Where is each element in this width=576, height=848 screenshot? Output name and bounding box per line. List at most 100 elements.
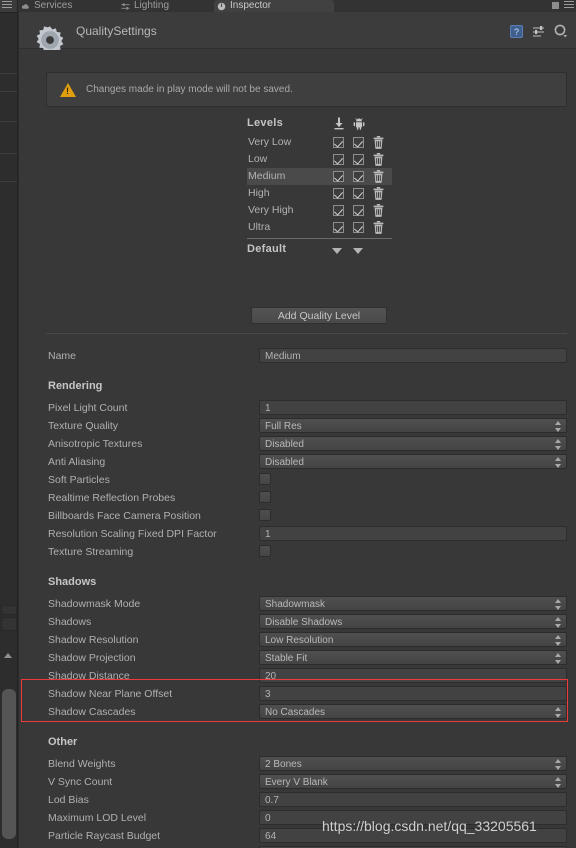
panel-menu-icon[interactable] (564, 1, 574, 10)
tab-services[interactable]: Services (18, 0, 110, 12)
android-icon[interactable] (353, 117, 365, 130)
delete-level-icon[interactable] (373, 153, 384, 166)
tab-bar-controls (552, 1, 574, 10)
default-standalone-dropdown-icon[interactable] (332, 248, 342, 254)
property-label: Soft Particles (48, 474, 110, 486)
gear-menu-icon[interactable] (554, 24, 568, 38)
stepper-icon[interactable] (555, 777, 562, 788)
property-value: No Cascades (265, 707, 326, 718)
stepper-icon[interactable] (555, 635, 562, 646)
property-input[interactable]: 1 (259, 400, 567, 415)
property-checkbox[interactable] (259, 473, 271, 485)
stepper-icon[interactable] (555, 759, 562, 770)
property-input[interactable]: 1 (259, 526, 567, 541)
property-row: Shadow Resolution Low Resolution (46, 631, 567, 648)
property-label: Shadow Resolution (48, 634, 139, 646)
property-dropdown[interactable]: Stable Fit (259, 650, 567, 665)
play-mode-warning: Changes made in play mode will not be sa… (46, 72, 567, 107)
tab-inspector[interactable]: Inspector (214, 0, 334, 12)
property-dropdown[interactable]: 2 Bones (259, 756, 567, 771)
property-dropdown[interactable]: Every V Blank (259, 774, 567, 789)
property-value: 64 (265, 831, 277, 842)
delete-level-icon[interactable] (373, 187, 384, 200)
property-checkbox[interactable] (259, 545, 271, 557)
levels-rows: Very Low Low Medium High Very High Ultra (247, 134, 392, 236)
hamburger-icon[interactable] (2, 1, 12, 9)
level-name: Very Low (248, 136, 292, 148)
level-android-checkbox[interactable] (353, 137, 364, 148)
property-label: Texture Streaming (48, 546, 134, 558)
name-input[interactable]: Medium (259, 348, 567, 363)
property-value: 3 (265, 689, 271, 700)
delete-level-icon[interactable] (373, 170, 384, 183)
stepper-icon[interactable] (555, 599, 562, 610)
stepper-icon[interactable] (555, 421, 562, 432)
property-label: Realtime Reflection Probes (48, 492, 176, 504)
level-standalone-checkbox[interactable] (333, 205, 344, 216)
property-label: Shadows (48, 616, 92, 628)
tab-bar-filler (334, 0, 576, 12)
add-quality-level-button[interactable]: Add Quality Level (251, 307, 387, 324)
level-name: Medium (248, 170, 286, 182)
property-value: Disabled (265, 439, 304, 450)
stepper-icon[interactable] (555, 457, 562, 468)
property-dropdown[interactable]: Disabled (259, 436, 567, 451)
level-row[interactable]: Medium (247, 168, 392, 185)
level-row[interactable]: Very High (247, 202, 392, 219)
level-android-checkbox[interactable] (353, 205, 364, 216)
property-value: 20 (265, 671, 277, 682)
property-checkbox[interactable] (259, 509, 271, 521)
property-value: Disabled (265, 457, 304, 468)
level-android-checkbox[interactable] (353, 222, 364, 233)
property-row: Blend Weights 2 Bones (46, 755, 567, 772)
preset-icon[interactable] (532, 25, 545, 38)
level-android-checkbox[interactable] (353, 171, 364, 182)
level-standalone-checkbox[interactable] (333, 137, 344, 148)
inspector-icon (217, 2, 226, 11)
level-standalone-checkbox[interactable] (333, 171, 344, 182)
delete-level-icon[interactable] (373, 221, 384, 234)
property-dropdown[interactable]: Disabled (259, 454, 567, 469)
level-standalone-checkbox[interactable] (333, 222, 344, 233)
property-row: Texture Streaming (46, 543, 567, 560)
standalone-download-icon[interactable] (333, 117, 345, 130)
property-dropdown[interactable]: Shadowmask (259, 596, 567, 611)
property-label: Anti Aliasing (48, 456, 106, 468)
name-value: Medium (265, 351, 301, 362)
level-android-checkbox[interactable] (353, 188, 364, 199)
property-input[interactable]: 20 (259, 668, 567, 683)
stepper-icon[interactable] (555, 707, 562, 718)
default-android-dropdown-icon[interactable] (353, 248, 363, 254)
stepper-icon[interactable] (555, 653, 562, 664)
property-row: Texture Quality Full Res (46, 417, 567, 434)
level-row[interactable]: Very Low (247, 134, 392, 151)
stepper-icon[interactable] (555, 439, 562, 450)
divider-top (46, 333, 567, 334)
level-row[interactable]: High (247, 185, 392, 202)
level-row[interactable]: Low (247, 151, 392, 168)
property-row: Billboards Face Camera Position (46, 507, 567, 524)
maximize-icon[interactable] (552, 2, 559, 9)
level-standalone-checkbox[interactable] (333, 154, 344, 165)
property-input[interactable]: 3 (259, 686, 567, 701)
level-row[interactable]: Ultra (247, 219, 392, 236)
property-value: Stable Fit (265, 653, 308, 664)
tab-lighting[interactable]: Lighting (118, 0, 228, 12)
delete-level-icon[interactable] (373, 136, 384, 149)
property-checkbox[interactable] (259, 491, 271, 503)
property-dropdown[interactable]: Disable Shadows (259, 614, 567, 629)
levels-header-label: Levels (247, 117, 284, 129)
property-value: 1 (265, 403, 271, 414)
delete-level-icon[interactable] (373, 204, 384, 217)
property-dropdown[interactable]: No Cascades (259, 704, 567, 719)
property-input[interactable]: 0.7 (259, 792, 567, 807)
property-dropdown[interactable]: Low Resolution (259, 632, 567, 647)
level-standalone-checkbox[interactable] (333, 188, 344, 199)
help-icon[interactable]: ? (510, 24, 523, 38)
adjacent-panel-strip (0, 0, 18, 848)
property-dropdown[interactable]: Full Res (259, 418, 567, 433)
property-row: Resolution Scaling Fixed DPI Factor 1 (46, 525, 567, 542)
property-row: V Sync Count Every V Blank (46, 773, 567, 790)
level-android-checkbox[interactable] (353, 154, 364, 165)
stepper-icon[interactable] (555, 617, 562, 628)
